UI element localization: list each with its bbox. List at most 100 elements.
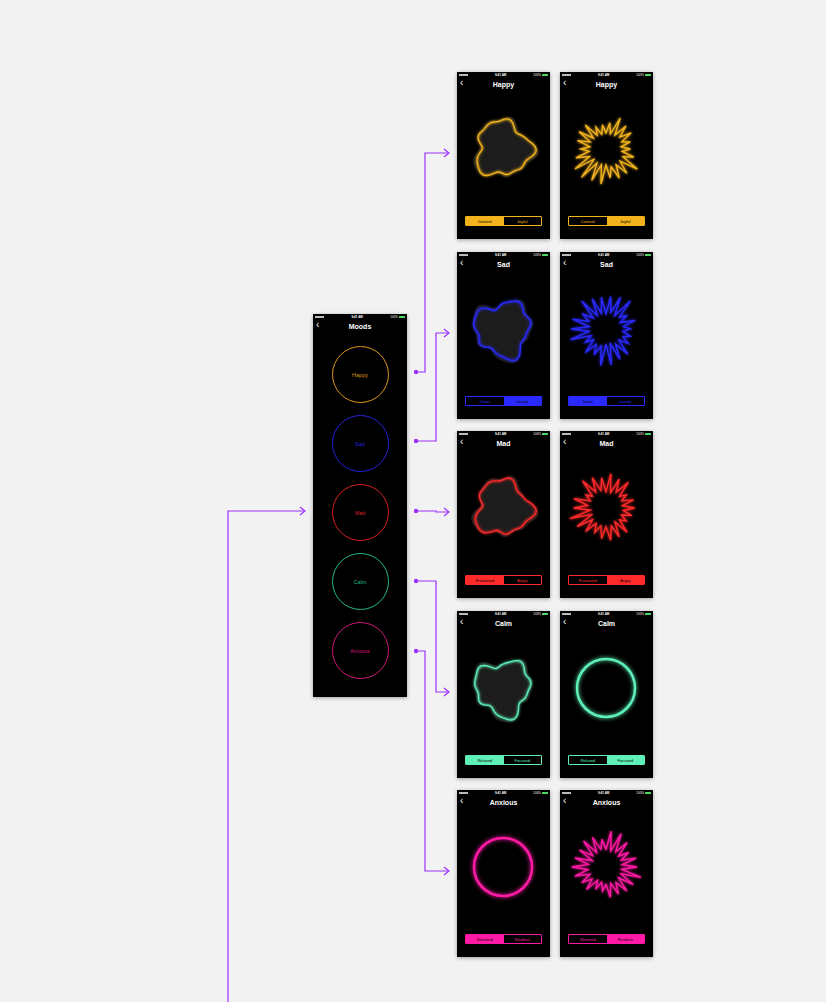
- screen-title: Happy: [493, 81, 514, 88]
- segment-option[interactable]: Frustrated: [466, 576, 504, 584]
- back-button[interactable]: ‹: [563, 616, 566, 628]
- connector-arrow-icon: [444, 688, 449, 696]
- segment-option[interactable]: Angry: [607, 576, 645, 584]
- signal-icon: [562, 792, 571, 794]
- segment-option[interactable]: Content: [466, 217, 504, 225]
- mood-detail-screen: 9:41 AM100%‹ Mad FrustratedAngry: [560, 431, 653, 598]
- mood-button[interactable]: Calm: [332, 553, 389, 610]
- entry-connector: [228, 511, 305, 1002]
- segment-option[interactable]: Down: [569, 397, 607, 405]
- mood-button[interactable]: Happy: [332, 346, 389, 403]
- mood-shape: [457, 809, 550, 927]
- back-button[interactable]: ‹: [460, 616, 463, 628]
- connector-arrow-icon: [444, 329, 449, 337]
- signal-icon: [562, 74, 571, 76]
- shape-shadow: [473, 659, 533, 722]
- segment-option[interactable]: Focused: [607, 756, 645, 764]
- connector-line: [416, 511, 449, 512]
- segmented-control: RelaxedFocused: [465, 755, 542, 765]
- mood-button[interactable]: Mad: [332, 484, 389, 541]
- screen-header: ‹Moods: [313, 320, 407, 333]
- mood-shape: [560, 271, 653, 389]
- screen-title: Calm: [598, 620, 615, 627]
- segment-option[interactable]: Down: [466, 397, 504, 405]
- mood-detail-screen: 9:41 AM100%‹ Anxious StressedRestless: [560, 790, 653, 957]
- connector-line: [416, 153, 449, 372]
- back-button[interactable]: ‹: [460, 795, 463, 807]
- inner-outline-shape: [478, 120, 535, 174]
- screen-header: ‹Sad: [560, 258, 653, 271]
- connector: [414, 508, 449, 516]
- outline-shape: [570, 296, 635, 365]
- segment-option[interactable]: Restless: [607, 935, 645, 943]
- screen-title: Mad: [600, 440, 614, 447]
- battery-icon: [399, 316, 405, 319]
- segment-option[interactable]: Stressed: [466, 935, 504, 943]
- battery-level: 100%: [533, 613, 541, 616]
- status-time: 9:41 AM: [598, 254, 609, 257]
- mood-shape: [560, 91, 653, 209]
- shape-shadow: [472, 299, 533, 363]
- battery-icon: [542, 433, 548, 436]
- connector: [414, 329, 449, 443]
- mood-detail-screen: 9:41 AM100%‹SadDownLonely: [457, 252, 550, 419]
- back-button[interactable]: ‹: [563, 257, 566, 269]
- segment-option[interactable]: Focused: [504, 756, 542, 764]
- back-button[interactable]: ‹: [460, 77, 463, 89]
- segmented-control: FrustratedAngry: [568, 575, 645, 585]
- segment-option[interactable]: Lonely: [504, 397, 542, 405]
- screen-header: ‹ Sad: [457, 258, 550, 271]
- battery-icon: [542, 792, 548, 795]
- battery-icon: [645, 74, 651, 77]
- screen-title: Mad: [497, 440, 511, 447]
- segment-option[interactable]: Joyful: [504, 217, 542, 225]
- back-button[interactable]: ‹: [460, 436, 463, 448]
- mood-shape: [560, 450, 653, 568]
- status-bar: 9:41 AM100%: [560, 611, 653, 617]
- segment-option[interactable]: Angry: [504, 576, 542, 584]
- mood-shape: [457, 450, 550, 568]
- segmented-control: ContentJoyful: [568, 216, 645, 226]
- status-bar: 9:41 AM100%: [560, 790, 653, 796]
- mood-shape: [560, 809, 653, 927]
- back-button[interactable]: ‹: [316, 319, 319, 331]
- mood-button[interactable]: Sad: [332, 415, 389, 472]
- screen-header: ‹ Happy: [457, 78, 550, 91]
- signal-icon: [459, 613, 468, 615]
- mood-button[interactable]: Anxious: [332, 622, 389, 679]
- mood-shape: [457, 271, 550, 389]
- connector-line: [416, 651, 449, 871]
- outline-shape: [570, 474, 635, 541]
- battery-icon: [542, 74, 548, 77]
- segment-option[interactable]: Content: [569, 217, 607, 225]
- outline-shape: [575, 118, 637, 184]
- connector-line: [416, 581, 449, 692]
- segment-option[interactable]: Joyful: [607, 217, 645, 225]
- inner-outline-shape: [572, 298, 634, 364]
- battery-icon: [542, 254, 548, 257]
- segment-option[interactable]: Restless: [504, 935, 542, 943]
- status-time: 9:41 AM: [495, 433, 506, 436]
- battery-icon: [645, 254, 651, 257]
- mood-detail-screen: 9:41 AM100%‹ Calm RelaxedFocused: [560, 611, 653, 778]
- connector: [414, 649, 449, 875]
- status-bar: 9:41 AM100%: [560, 431, 653, 437]
- screen-title: Sad: [497, 261, 510, 268]
- segment-option[interactable]: Relaxed: [466, 756, 504, 764]
- back-button[interactable]: ‹: [563, 795, 566, 807]
- back-button[interactable]: ‹: [563, 77, 566, 89]
- shape-shadow: [473, 117, 539, 178]
- segment-option[interactable]: Frustrated: [569, 576, 607, 584]
- mood-detail-screen: 9:41 AM100%‹MadFrustratedAngry: [457, 431, 550, 598]
- back-button[interactable]: ‹: [460, 257, 463, 269]
- segment-option[interactable]: Lonely: [607, 397, 645, 405]
- segmented-control: StressedRestless: [465, 934, 542, 944]
- battery-level: 100%: [533, 792, 541, 795]
- screen-title: Anxious: [593, 799, 621, 806]
- screen-header: ‹ Mad: [457, 437, 550, 450]
- battery-icon: [645, 613, 651, 616]
- segment-option[interactable]: Relaxed: [569, 756, 607, 764]
- mood-detail-screen: 9:41 AM100%‹HappyContentJoyful: [560, 72, 653, 239]
- segment-option[interactable]: Stressed: [569, 935, 607, 943]
- back-button[interactable]: ‹: [563, 436, 566, 448]
